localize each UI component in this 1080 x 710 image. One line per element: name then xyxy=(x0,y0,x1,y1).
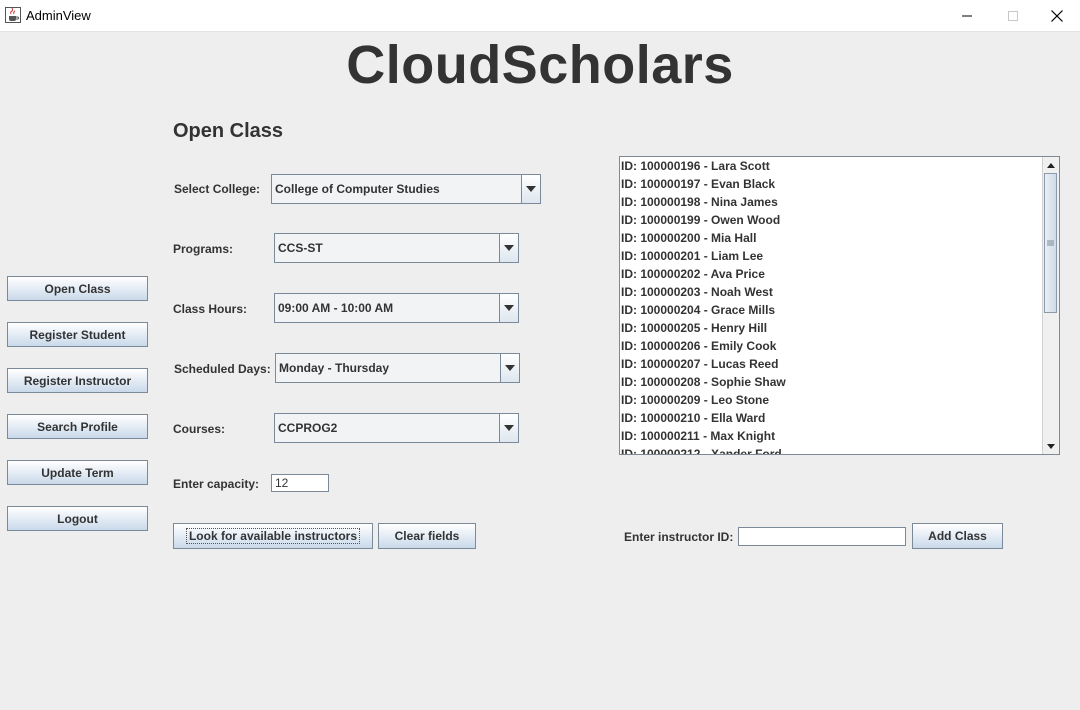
college-dropdown-arrow[interactable] xyxy=(521,175,540,203)
window-titlebar: AdminView xyxy=(0,0,1080,32)
college-label: Select College: xyxy=(174,182,261,196)
scheduled-days-label: Scheduled Days: xyxy=(174,362,271,376)
window-title: AdminView xyxy=(26,8,91,23)
scheduled-days-select-value: Monday - Thursday xyxy=(279,361,390,375)
class-hours-select-value: 09:00 AM - 10:00 AM xyxy=(278,301,394,315)
class-hours-label: Class Hours: xyxy=(173,302,248,316)
java-cup-icon xyxy=(5,7,21,23)
instructor-id-label: Enter instructor ID: xyxy=(624,530,734,544)
programs-dropdown-arrow[interactable] xyxy=(499,234,518,262)
capacity-label: Enter capacity: xyxy=(173,477,260,491)
college-select-value: College of Computer Studies xyxy=(275,182,440,196)
instructor-list[interactable]: ID: 100000196 - Lara Scott ID: 100000197 … xyxy=(619,156,1060,455)
instructor-id-input[interactable] xyxy=(738,527,906,546)
courses-select-value: CCPROG2 xyxy=(278,421,338,435)
class-hours-dropdown-arrow[interactable] xyxy=(499,294,518,322)
instructor-list-item[interactable]: ID: 100000200 - Mia Hall xyxy=(620,229,1042,247)
nav-open-class-button[interactable]: Open Class xyxy=(7,276,148,301)
chevron-down-icon xyxy=(504,305,514,311)
class-hours-select[interactable]: 09:00 AM - 10:00 AM xyxy=(274,293,519,323)
instructor-list-item[interactable]: ID: 100000207 - Lucas Reed xyxy=(620,355,1042,373)
instructor-list-items: ID: 100000196 - Lara Scott ID: 100000197 … xyxy=(620,157,1042,454)
instructor-list-item[interactable]: ID: 100000211 - Max Knight xyxy=(620,427,1042,445)
instructor-list-item[interactable]: ID: 100000212 - Xander Ford xyxy=(620,445,1042,454)
minimize-icon xyxy=(962,15,972,16)
instructor-list-item[interactable]: ID: 100000208 - Sophie Shaw xyxy=(620,373,1042,391)
instructor-list-scrollbar[interactable] xyxy=(1042,157,1059,454)
add-class-button[interactable]: Add Class xyxy=(912,523,1003,549)
nav-update-term-button[interactable]: Update Term xyxy=(7,460,148,485)
maximize-icon xyxy=(1008,10,1018,21)
scheduled-days-select[interactable]: Monday - Thursday xyxy=(275,353,520,383)
courses-label: Courses: xyxy=(173,422,226,436)
nav-logout-button[interactable]: Logout xyxy=(7,506,148,531)
triangle-up-icon xyxy=(1047,162,1055,168)
scroll-up-button[interactable] xyxy=(1043,157,1059,173)
scroll-down-button[interactable] xyxy=(1043,438,1059,454)
grip-icon xyxy=(1047,240,1054,246)
clear-fields-button[interactable]: Clear fields xyxy=(378,523,476,549)
chevron-down-icon xyxy=(504,245,514,251)
chevron-down-icon xyxy=(504,425,514,431)
capacity-input[interactable] xyxy=(271,474,329,492)
chevron-down-icon xyxy=(526,186,536,192)
nav-register-instructor-button[interactable]: Register Instructor xyxy=(7,368,148,393)
close-window-button[interactable] xyxy=(1034,0,1080,31)
instructor-list-item[interactable]: ID: 100000205 - Henry Hill xyxy=(620,319,1042,337)
look-for-instructors-label: Look for available instructors xyxy=(185,528,361,544)
instructor-list-item[interactable]: ID: 100000202 - Ava Price xyxy=(620,265,1042,283)
scrollbar-thumb[interactable] xyxy=(1044,173,1057,313)
courses-select[interactable]: CCPROG2 xyxy=(274,413,519,443)
look-for-instructors-button[interactable]: Look for available instructors xyxy=(173,523,373,549)
instructor-list-item[interactable]: ID: 100000196 - Lara Scott xyxy=(620,157,1042,175)
page-title: Open Class xyxy=(173,120,284,142)
nav-register-student-button[interactable]: Register Student xyxy=(7,322,148,347)
nav-search-profile-button[interactable]: Search Profile xyxy=(7,414,148,439)
scheduled-days-dropdown-arrow[interactable] xyxy=(500,354,519,382)
courses-dropdown-arrow[interactable] xyxy=(499,414,518,442)
instructor-list-item[interactable]: ID: 100000197 - Evan Black xyxy=(620,175,1042,193)
triangle-down-icon xyxy=(1047,443,1055,449)
brand-title: CloudScholars xyxy=(346,35,734,95)
instructor-list-item[interactable]: ID: 100000210 - Ella Ward xyxy=(620,409,1042,427)
instructor-list-item[interactable]: ID: 100000201 - Liam Lee xyxy=(620,247,1042,265)
instructor-list-item[interactable]: ID: 100000206 - Emily Cook xyxy=(620,337,1042,355)
minimize-button[interactable] xyxy=(944,0,990,31)
instructor-list-item[interactable]: ID: 100000199 - Owen Wood xyxy=(620,211,1042,229)
college-select[interactable]: College of Computer Studies xyxy=(271,174,541,204)
chevron-down-icon xyxy=(505,365,515,371)
programs-select[interactable]: CCS-ST xyxy=(274,233,519,263)
programs-label: Programs: xyxy=(173,242,234,256)
maximize-button[interactable] xyxy=(990,0,1036,31)
instructor-list-item[interactable]: ID: 100000203 - Noah West xyxy=(620,283,1042,301)
instructor-list-item[interactable]: ID: 100000204 - Grace Mills xyxy=(620,301,1042,319)
instructor-list-item[interactable]: ID: 100000198 - Nina James xyxy=(620,193,1042,211)
instructor-list-item[interactable]: ID: 100000209 - Leo Stone xyxy=(620,391,1042,409)
close-icon xyxy=(1051,9,1063,22)
programs-select-value: CCS-ST xyxy=(278,241,323,255)
